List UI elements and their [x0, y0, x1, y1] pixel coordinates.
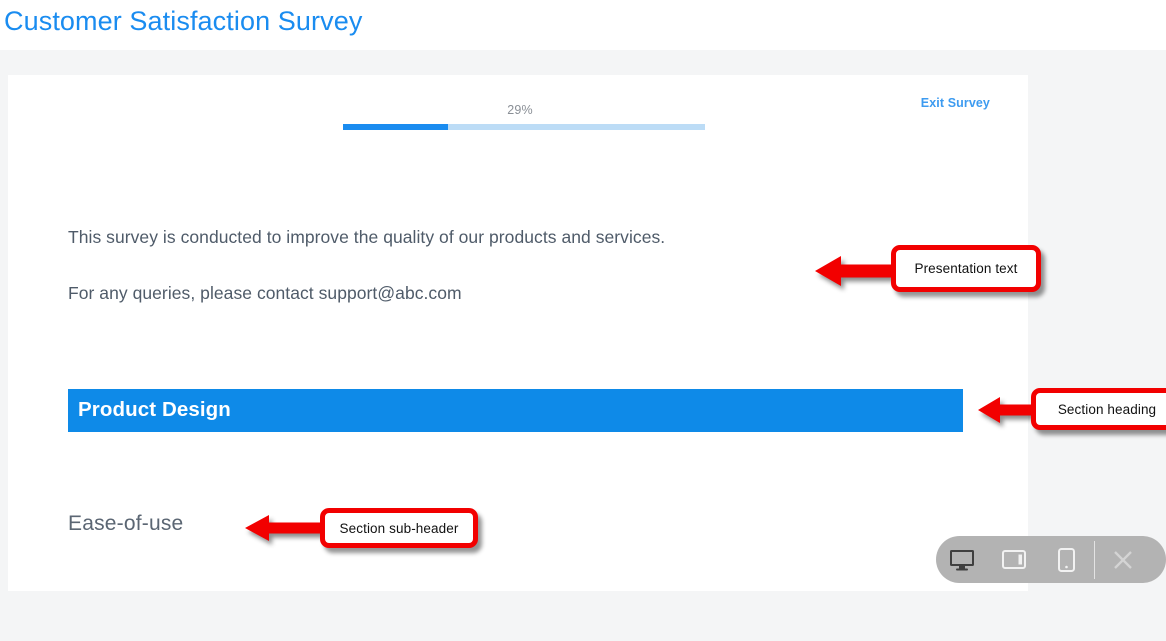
annotation-callout-section-sub-header: Section sub-header: [320, 508, 478, 548]
presentation-text-line-2: For any queries, please contact support@…: [68, 283, 462, 303]
progress-percent-label: 29%: [507, 103, 533, 117]
section-sub-header: Ease-of-use: [68, 512, 184, 535]
exit-survey-link[interactable]: Exit Survey: [921, 96, 990, 110]
device-tablet-button[interactable]: [988, 536, 1040, 583]
tablet-icon: [1002, 550, 1026, 569]
survey-progress: 29%: [335, 103, 705, 130]
toolbar-divider: [1094, 540, 1095, 579]
app-header: Customer Satisfaction Survey: [0, 0, 1166, 50]
progress-fill: [343, 124, 448, 130]
mobile-icon: [1057, 547, 1075, 572]
annotation-callout-section-sub-header-label: Section sub-header: [339, 520, 459, 536]
page-title: Customer Satisfaction Survey: [4, 6, 363, 36]
device-mobile-button[interactable]: [1040, 536, 1092, 583]
section-heading-banner: Product Design: [68, 389, 963, 432]
device-preview-toolbar: [936, 536, 1166, 583]
close-icon: [1114, 550, 1132, 569]
annotation-callout-presentation-text: Presentation text: [891, 245, 1041, 292]
device-desktop-button[interactable]: [936, 536, 988, 583]
desktop-icon: [950, 549, 974, 570]
survey-canvas: 29% Exit Survey This survey is conducted…: [8, 75, 1028, 591]
annotation-callout-presentation-text-label: Presentation text: [914, 261, 1018, 276]
presentation-text-line-1: This survey is conducted to improve the …: [68, 227, 666, 247]
section-heading-label: Product Design: [78, 398, 231, 421]
close-preview-button[interactable]: [1097, 536, 1149, 583]
progress-track: [343, 124, 705, 130]
annotation-callout-section-heading: Section heading: [1031, 388, 1166, 430]
annotation-callout-section-heading-label: Section heading: [1057, 401, 1157, 417]
